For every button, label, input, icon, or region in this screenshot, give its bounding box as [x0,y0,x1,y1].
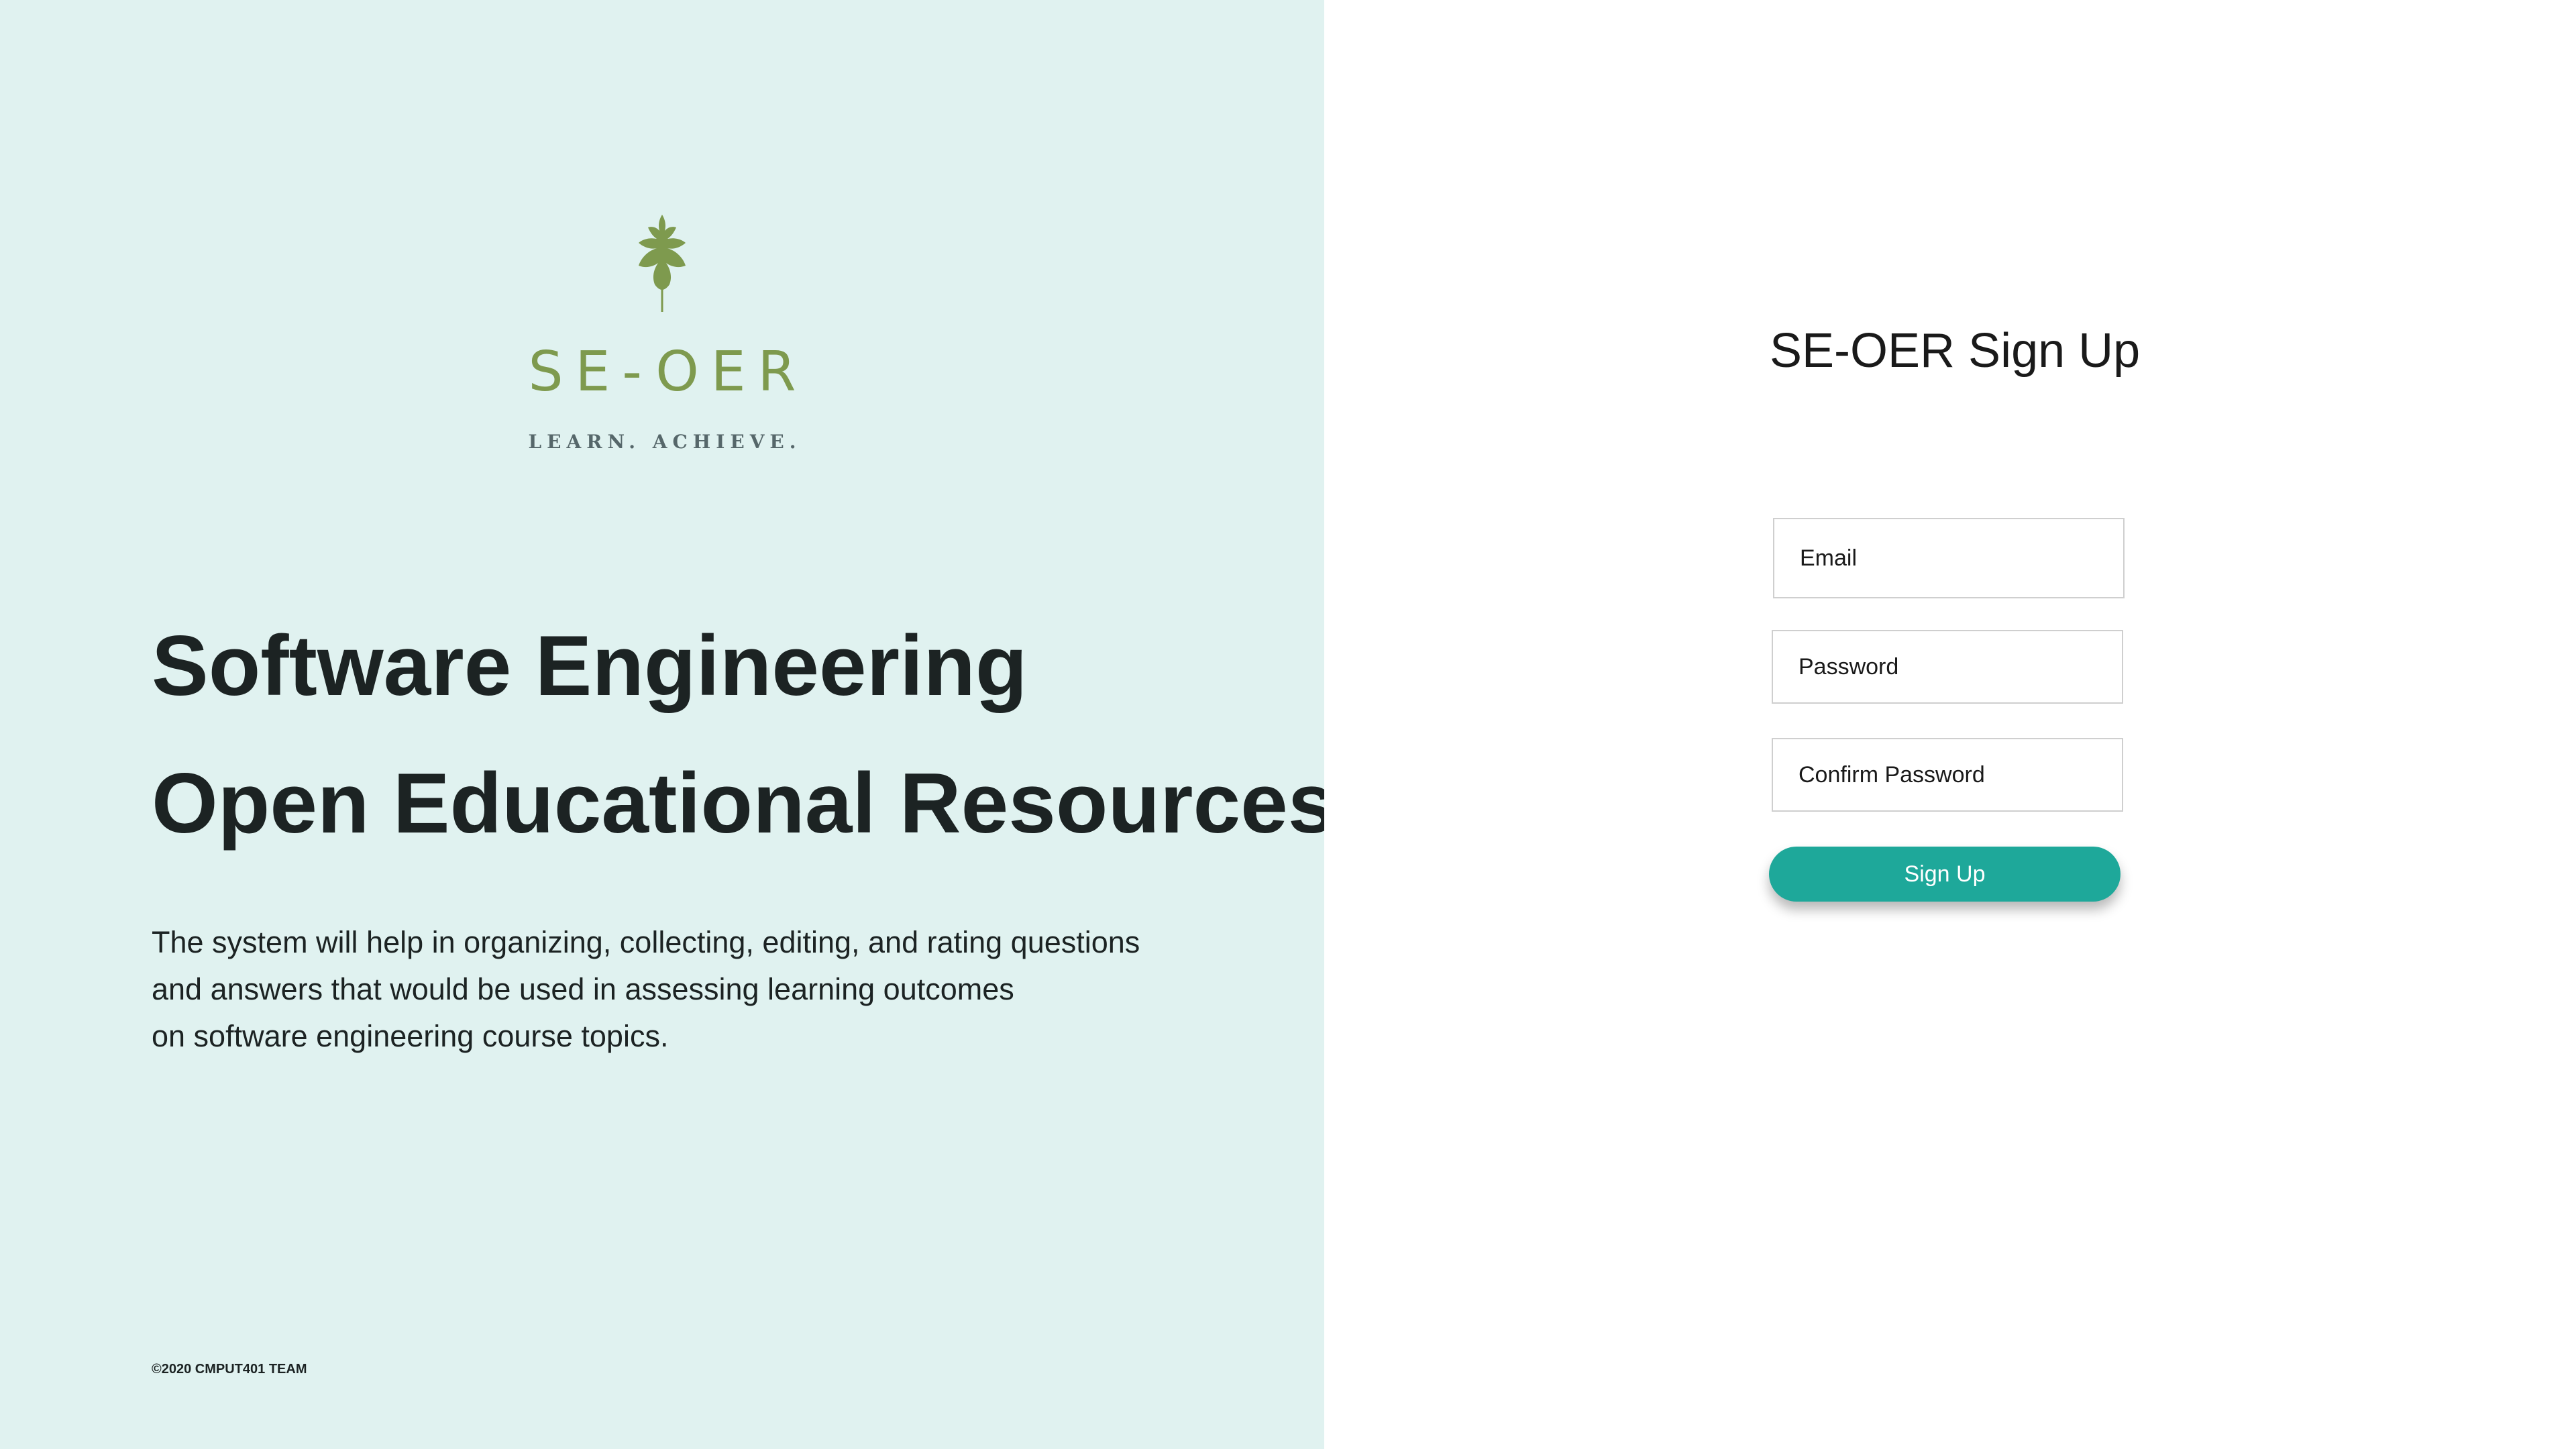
logo: SE-OER LEARN. ACHIEVE. [0,215,1324,453]
hero-description: The system will help in organizing, coll… [152,919,1140,1060]
copyright-text: ©2020 CMPUT401 TEAM [152,1362,307,1377]
description-line-2: and answers that would be used in assess… [152,972,1014,1006]
description-line-1: The system will help in organizing, coll… [152,925,1140,959]
description-line-3: on software engineering course topics. [152,1019,669,1053]
brand-name: SE-OER [528,340,808,404]
confirm-password-field[interactable] [1772,738,2123,812]
leaf-icon [639,215,686,312]
signup-panel [1324,0,2576,1449]
intro-panel: SE-OER LEARN. ACHIEVE. Software Engineer… [0,0,1335,1449]
headline-line-2: Open Educational Resources [152,755,1336,851]
sign-up-button[interactable]: Sign Up [1769,847,2121,902]
password-field[interactable] [1772,630,2123,704]
headline-line-1: Software Engineering [152,618,1028,713]
brand-tagline: LEARN. ACHIEVE. [528,431,802,453]
hero-headline: Software Engineering Open Educational Re… [152,597,1335,872]
signup-title: SE-OER Sign Up [1770,324,2141,378]
email-field[interactable] [1773,518,2125,598]
